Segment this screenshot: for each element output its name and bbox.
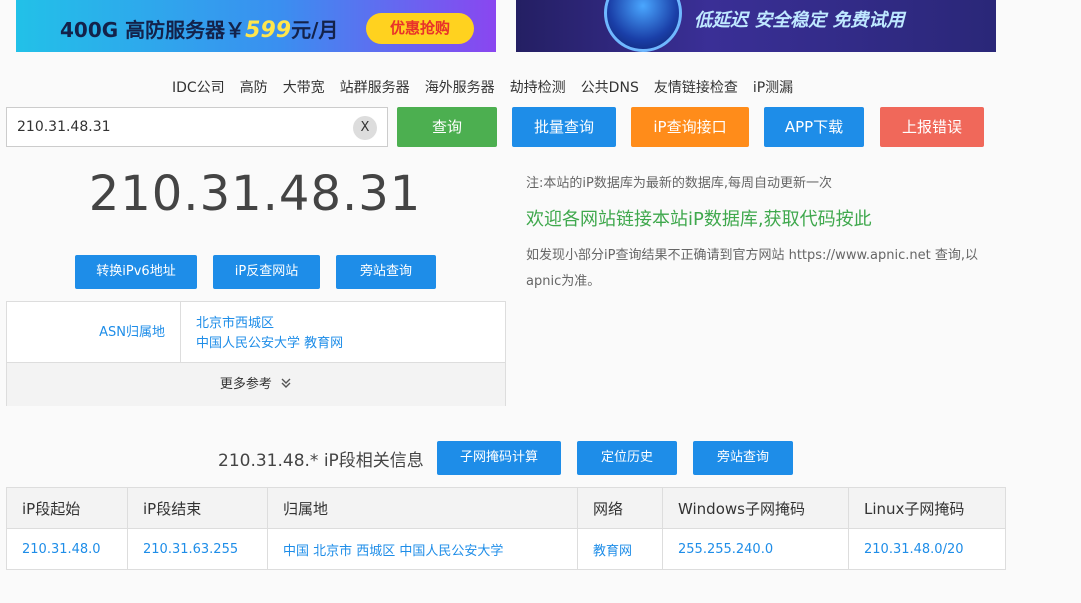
cell-location[interactable]: 中国 北京市 西城区 中国人民公安大学 bbox=[267, 528, 578, 570]
clear-input-button[interactable]: X bbox=[353, 116, 377, 140]
chevron-double-down-icon bbox=[276, 377, 292, 392]
query-button[interactable]: 查询 bbox=[397, 107, 497, 147]
app-download-button[interactable]: APP下载 bbox=[764, 107, 864, 147]
cell-windows-mask[interactable]: 255.255.240.0 bbox=[662, 528, 849, 570]
nav-links[interactable]: 友情链接检查 bbox=[654, 77, 738, 97]
col-location: 归属地 bbox=[267, 487, 578, 529]
col-network: 网络 bbox=[577, 487, 663, 529]
col-linux-mask: Linux子网掩码 bbox=[848, 487, 1006, 529]
nav-hijack[interactable]: 劫持检测 bbox=[510, 77, 566, 97]
table-header-row: iP段起始 iP段结束 归属地 网络 Windows子网掩码 Linux子网掩码 bbox=[6, 487, 1006, 529]
table-row: 210.31.48.0 210.31.63.255 中国 北京市 西城区 中国人… bbox=[6, 528, 1006, 570]
batch-query-button[interactable]: 批量查询 bbox=[512, 107, 616, 147]
result-ip: 210.31.48.31 bbox=[88, 166, 422, 222]
reverse-ip-button[interactable]: iP反查网站 bbox=[213, 255, 320, 289]
segment-sibling-button[interactable]: 旁站查询 bbox=[693, 441, 793, 475]
search-box: X bbox=[6, 107, 388, 147]
nav-overseas[interactable]: 海外服务器 bbox=[425, 77, 495, 97]
asn-label: ASN归属地 bbox=[7, 302, 181, 363]
asn-info-table: ASN归属地 北京市西城区 中国人民公安大学 教育网 更多参考 bbox=[6, 301, 506, 406]
db-update-note: 注:本站的iP数据库为最新的数据库,每周自动更新一次 bbox=[526, 176, 832, 191]
segment-title: 210.31.48.* iP段相关信息 bbox=[218, 451, 424, 471]
nav-ddos[interactable]: 高防 bbox=[240, 77, 268, 97]
nav-bandwidth[interactable]: 大带宽 bbox=[283, 77, 325, 97]
link-db-promo[interactable]: 欢迎各网站链接本站iP数据库,获取代码按此 bbox=[526, 205, 872, 231]
location-history-button[interactable]: 定位历史 bbox=[577, 441, 677, 475]
nav-site-group[interactable]: 站群服务器 bbox=[340, 77, 410, 97]
report-error-button[interactable]: 上报错误 bbox=[880, 107, 984, 147]
top-nav: IDC公司 高防 大带宽 站群服务器 海外服务器 劫持检测 公共DNS 友情链接… bbox=[172, 77, 793, 97]
asn-row: ASN归属地 北京市西城区 中国人民公安大学 教育网 bbox=[7, 302, 505, 363]
nav-idc[interactable]: IDC公司 bbox=[172, 77, 225, 97]
asn-org[interactable]: 中国人民公安大学 教育网 bbox=[196, 334, 343, 354]
globe-icon bbox=[604, 0, 682, 52]
cell-linux-mask[interactable]: 210.31.48.0/20 bbox=[848, 528, 1006, 570]
segment-table: iP段起始 iP段结束 归属地 网络 Windows子网掩码 Linux子网掩码… bbox=[6, 487, 1006, 570]
col-start: iP段起始 bbox=[6, 487, 128, 529]
ipv6-convert-button[interactable]: 转换iPv6地址 bbox=[75, 255, 197, 289]
asn-location[interactable]: 北京市西城区 bbox=[196, 314, 343, 334]
more-reference-label: 更多参考 bbox=[219, 377, 272, 392]
ip-api-button[interactable]: iP查询接口 bbox=[631, 107, 749, 147]
asn-value: 北京市西城区 中国人民公安大学 教育网 bbox=[196, 314, 343, 354]
cell-network[interactable]: 教育网 bbox=[577, 528, 663, 570]
ad-deal-button[interactable]: 优惠抢购 bbox=[366, 13, 474, 44]
cell-end[interactable]: 210.31.63.255 bbox=[127, 528, 268, 570]
apnic-note: 如发现小部分iP查询结果不正确请到官方网站 https://www.apnic.… bbox=[526, 248, 978, 289]
sibling-site-button[interactable]: 旁站查询 bbox=[336, 255, 436, 289]
ad-banner-left-text: 400G 高防服务器￥599元/月 bbox=[60, 18, 339, 43]
col-windows-mask: Windows子网掩码 bbox=[662, 487, 849, 529]
nav-dns[interactable]: 公共DNS bbox=[581, 77, 639, 97]
subnet-calc-button[interactable]: 子网掩码计算 bbox=[437, 441, 561, 475]
ad-banner-right[interactable]: 低延迟 安全稳定 免费试用 bbox=[516, 0, 996, 52]
ad-banner-left[interactable]: 400G 高防服务器￥599元/月 优惠抢购 bbox=[16, 0, 496, 52]
col-end: iP段结束 bbox=[127, 487, 268, 529]
cell-start[interactable]: 210.31.48.0 bbox=[6, 528, 128, 570]
more-reference-toggle[interactable]: 更多参考 bbox=[7, 363, 505, 406]
ip-search-input[interactable] bbox=[7, 108, 337, 146]
nav-ip-leak[interactable]: iP测漏 bbox=[753, 77, 793, 97]
ad-banner-right-text: 低延迟 安全稳定 免费试用 bbox=[694, 10, 905, 31]
